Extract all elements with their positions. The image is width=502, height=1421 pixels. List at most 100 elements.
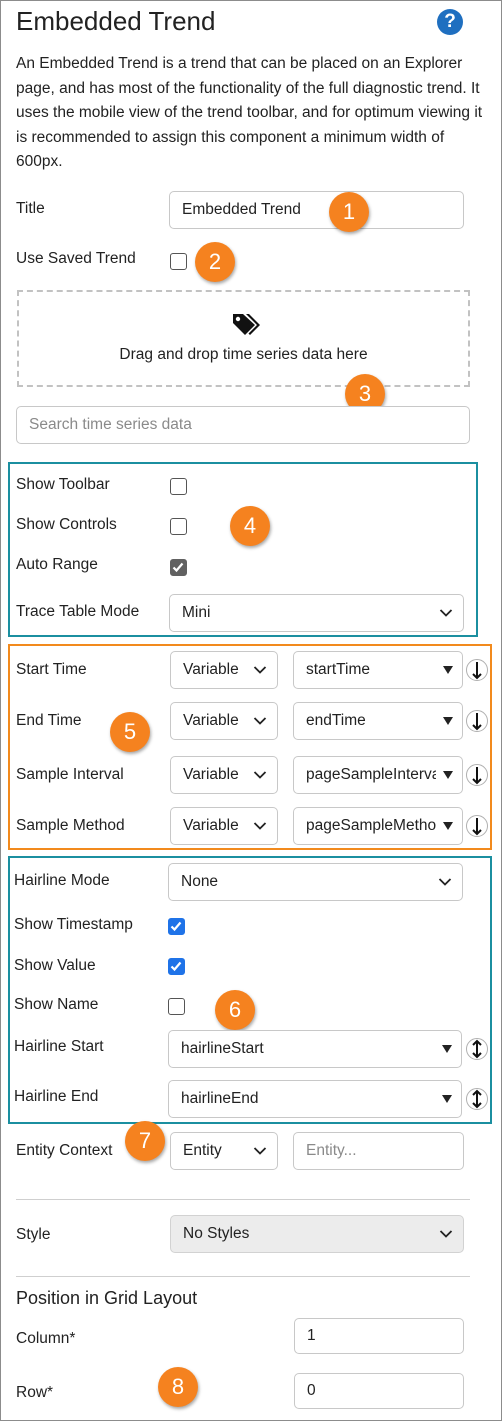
time-variable-select[interactable]: pageSampleInterval	[293, 756, 463, 794]
chevron-down-icon	[253, 822, 267, 830]
trace-table-mode-select[interactable]: Mini	[169, 594, 464, 632]
caret-down-icon	[443, 771, 453, 779]
caret-down-icon	[442, 1095, 452, 1103]
time-source-select[interactable]: Variable	[170, 702, 278, 740]
trace-table-mode-label: Trace Table Mode	[16, 603, 140, 620]
callout-badge-2: 2	[195, 242, 235, 282]
down-arrow-button[interactable]	[466, 815, 488, 837]
title-input[interactable]: Embedded Trend	[169, 191, 464, 229]
callout-badge-7: 7	[125, 1121, 165, 1161]
time-variable-value: pageSampleMethod	[306, 817, 436, 834]
title-label: Title	[16, 200, 45, 217]
hairline-mode-value: None	[181, 873, 219, 890]
chevron-down-icon	[439, 609, 453, 617]
trace-table-mode-value: Mini	[182, 604, 211, 621]
show-timestamp-checkbox[interactable]	[168, 918, 185, 935]
time-row-label: End Time	[16, 712, 82, 729]
grid-layout-heading: Position in Grid Layout	[16, 1288, 198, 1308]
style-select[interactable]: No Styles	[170, 1215, 464, 1253]
search-placeholder: Search time series data	[29, 416, 192, 433]
time-variable-select[interactable]: startTime	[293, 651, 463, 689]
panel-title: Embedded Trend	[16, 6, 216, 36]
time-source-value: Variable	[183, 766, 239, 783]
time-source-value: Variable	[183, 817, 239, 834]
row-label: Row*	[16, 1384, 54, 1401]
show-controls-label: Show Controls	[16, 516, 117, 533]
time-row-label: Sample Interval	[16, 766, 124, 783]
show-toolbar-checkbox[interactable]	[170, 478, 187, 495]
entity-input[interactable]: Entity...	[293, 1132, 464, 1170]
down-arrow-button[interactable]	[466, 659, 488, 681]
chevron-down-icon	[253, 1147, 267, 1155]
checkmark-icon	[170, 921, 182, 932]
divider	[16, 1199, 470, 1200]
row-input[interactable]: 0	[294, 1373, 464, 1409]
down-arrow-icon	[472, 662, 482, 680]
show-value-label: Show Value	[14, 957, 96, 974]
down-arrow-icon	[472, 818, 482, 836]
component-description: An Embedded Trend is a trend that can be…	[16, 55, 483, 170]
entity-source-select[interactable]: Entity	[170, 1132, 278, 1170]
time-variable-value: startTime	[306, 661, 371, 678]
time-source-select[interactable]: Variable	[170, 807, 278, 845]
show-name-checkbox[interactable]	[168, 998, 185, 1015]
entity-source-value: Entity	[183, 1142, 222, 1159]
style-value: No Styles	[183, 1225, 250, 1242]
use-saved-trend-checkbox[interactable]	[170, 253, 187, 270]
show-value-checkbox[interactable]	[168, 958, 185, 975]
use-saved-trend-label: Use Saved Trend	[16, 250, 136, 267]
bidirectional-arrow-button[interactable]	[466, 1038, 488, 1060]
time-row-label: Start Time	[16, 661, 87, 678]
time-source-select[interactable]: Variable	[170, 756, 278, 794]
up-down-arrow-icon	[472, 1089, 482, 1109]
column-input[interactable]: 1	[294, 1318, 464, 1354]
show-toolbar-label: Show Toolbar	[16, 476, 110, 493]
down-arrow-icon	[472, 713, 482, 731]
up-down-arrow-icon	[472, 1039, 482, 1059]
time-source-value: Variable	[183, 712, 239, 729]
drop-zone-text: Drag and drop time series data here	[119, 346, 368, 363]
chevron-down-icon	[439, 1230, 453, 1238]
bidirectional-arrow-button[interactable]	[466, 1088, 488, 1110]
row-value: 0	[307, 1382, 316, 1399]
time-variable-select[interactable]: endTime	[293, 702, 463, 740]
caret-down-icon	[443, 822, 453, 830]
hairline-start-label: Hairline Start	[14, 1038, 104, 1055]
hairline-end-select[interactable]: hairlineEnd	[168, 1080, 462, 1118]
time-variable-select[interactable]: pageSampleMethod	[293, 807, 463, 845]
caret-down-icon	[443, 666, 453, 674]
down-arrow-button[interactable]	[466, 710, 488, 732]
hairline-end-label: Hairline End	[14, 1088, 99, 1105]
tags-icon	[233, 314, 260, 335]
callout-badge-5: 5	[110, 712, 150, 752]
time-series-drop-zone[interactable]: Drag and drop time series data here	[17, 290, 470, 387]
entity-context-label: Entity Context	[16, 1142, 113, 1159]
divider	[16, 1276, 470, 1277]
callout-badge-8: 8	[158, 1367, 198, 1407]
callout-badge-1: 1	[329, 192, 369, 232]
help-icon[interactable]: ?	[437, 9, 463, 35]
callout-badge-4: 4	[230, 506, 270, 546]
entity-placeholder: Entity...	[306, 1142, 357, 1159]
hairline-start-value: hairlineStart	[181, 1040, 264, 1057]
show-controls-checkbox[interactable]	[170, 518, 187, 535]
time-source-select[interactable]: Variable	[170, 651, 278, 689]
callout-badge-6: 6	[215, 990, 255, 1030]
auto-range-checkbox[interactable]	[170, 559, 187, 576]
search-time-series-input[interactable]: Search time series data	[16, 406, 470, 444]
down-arrow-button[interactable]	[466, 764, 488, 786]
show-timestamp-label: Show Timestamp	[14, 916, 133, 933]
style-label: Style	[16, 1226, 51, 1243]
caret-down-icon	[443, 717, 453, 725]
hairline-mode-select[interactable]: None	[168, 863, 463, 901]
show-name-label: Show Name	[14, 996, 99, 1013]
caret-down-icon	[442, 1045, 452, 1053]
auto-range-label: Auto Range	[16, 556, 98, 573]
column-value: 1	[307, 1327, 316, 1344]
chevron-down-icon	[253, 666, 267, 674]
hairline-start-select[interactable]: hairlineStart	[168, 1030, 462, 1068]
time-variable-value: endTime	[306, 712, 366, 729]
chevron-down-icon	[438, 878, 452, 886]
time-variable-value: pageSampleInterval	[306, 766, 436, 783]
time-row-label: Sample Method	[16, 817, 125, 834]
